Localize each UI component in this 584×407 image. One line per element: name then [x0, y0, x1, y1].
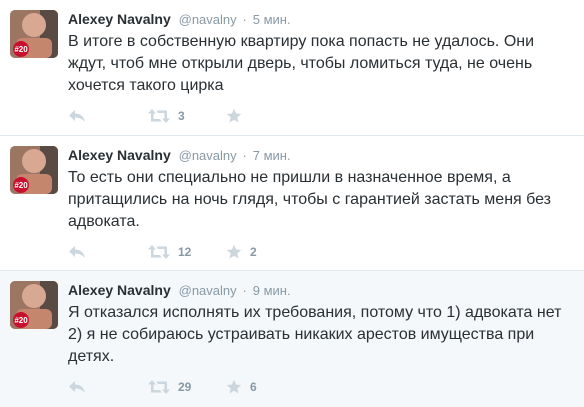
- star-icon: [226, 379, 242, 394]
- retweet-button[interactable]: 3: [148, 106, 185, 126]
- retweet-icon: [148, 245, 170, 259]
- tweet-text: То есть они специально не пришли в назна…: [68, 169, 552, 230]
- avatar[interactable]: #20: [10, 10, 58, 58]
- retweet-count: 12: [178, 245, 192, 259]
- author-name[interactable]: Alexey Navalny: [68, 282, 171, 298]
- retweet-button[interactable]: 12: [148, 242, 191, 262]
- reply-button[interactable]: [68, 377, 86, 397]
- avatar[interactable]: #20: [10, 281, 58, 329]
- timestamp[interactable]: 5 мин.: [253, 12, 291, 27]
- star-icon: [226, 108, 242, 123]
- reply-icon: [69, 110, 85, 122]
- favorite-count: 6: [250, 380, 257, 394]
- avatar-badge: #20: [14, 181, 28, 190]
- avatar-badge: #20: [14, 45, 28, 54]
- tweet-text: В итоге в собственную квартиру пока попа…: [68, 33, 535, 94]
- timestamp[interactable]: 7 мин.: [253, 148, 291, 163]
- separator-dot: ·: [242, 283, 247, 298]
- tweet-text: Я отказался исполнять их требования, пот…: [68, 304, 562, 365]
- separator-dot: ·: [242, 148, 247, 163]
- reply-icon: [69, 381, 85, 393]
- reply-icon: [69, 246, 85, 258]
- avatar[interactable]: #20: [10, 146, 58, 194]
- favorite-button[interactable]: 2: [226, 242, 257, 262]
- separator-dot: ·: [242, 12, 247, 27]
- favorite-count: 2: [250, 245, 257, 259]
- tweet[interactable]: #20 Alexey Navalny @navalny · 9 мин. Я о…: [0, 271, 584, 407]
- tweet[interactable]: #20 Alexey Navalny @navalny · 7 мин. То …: [0, 136, 584, 271]
- favorite-button[interactable]: [226, 106, 250, 126]
- reply-button[interactable]: [68, 106, 86, 126]
- tweet-header: Alexey Navalny @navalny · 5 мин.: [68, 10, 291, 29]
- retweet-icon: [148, 380, 170, 394]
- author-name[interactable]: Alexey Navalny: [68, 11, 171, 27]
- timestamp[interactable]: 9 мин.: [253, 283, 291, 298]
- avatar-badge: #20: [14, 316, 28, 325]
- timeline: #20 Alexey Navalny @navalny · 5 мин. В и…: [0, 0, 584, 407]
- retweet-count: 3: [178, 109, 185, 123]
- tweet-header: Alexey Navalny @navalny · 7 мин.: [68, 146, 291, 165]
- tweet-header: Alexey Navalny @navalny · 9 мин.: [68, 281, 291, 300]
- favorite-button[interactable]: 6: [226, 377, 257, 397]
- author-handle[interactable]: @navalny: [179, 12, 237, 27]
- tweet[interactable]: #20 Alexey Navalny @navalny · 5 мин. В и…: [0, 0, 584, 136]
- star-icon: [226, 244, 242, 259]
- author-name[interactable]: Alexey Navalny: [68, 147, 171, 163]
- avatar-image: #20: [10, 146, 58, 194]
- avatar-image: #20: [10, 10, 58, 58]
- avatar-image: #20: [10, 281, 58, 329]
- retweet-button[interactable]: 29: [148, 377, 191, 397]
- retweet-count: 29: [178, 380, 192, 394]
- reply-button[interactable]: [68, 242, 86, 262]
- author-handle[interactable]: @navalny: [179, 148, 237, 163]
- author-handle[interactable]: @navalny: [179, 283, 237, 298]
- retweet-icon: [148, 109, 170, 123]
